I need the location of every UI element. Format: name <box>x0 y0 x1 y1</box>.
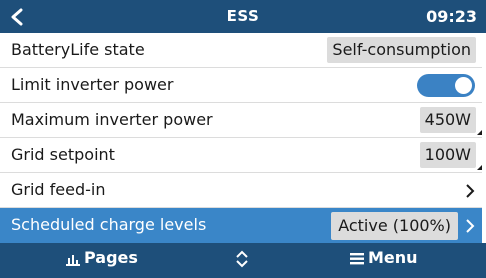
hamburger-menu-icon <box>350 253 364 265</box>
row-label: BatteryLife state <box>11 40 145 59</box>
pages-button[interactable]: Pages <box>66 243 138 278</box>
editable-corner-icon <box>477 130 482 135</box>
up-down-arrows-icon[interactable] <box>235 249 249 269</box>
scheduled-charge-levels-value: Active (100%) <box>331 212 458 240</box>
page-title: ESS <box>226 7 260 25</box>
row-label: Grid feed-in <box>11 180 106 199</box>
row-grid-setpoint[interactable]: Grid setpoint 100W <box>0 138 482 173</box>
menu-button[interactable]: Menu <box>350 243 418 278</box>
bar-chart-icon <box>66 254 80 266</box>
row-label: Scheduled charge levels <box>11 215 207 234</box>
pages-label: Pages <box>84 248 138 267</box>
grid-setpoint-value: 100W <box>419 142 476 168</box>
row-label: Grid setpoint <box>11 145 115 164</box>
bottom-bar: Pages Menu <box>0 243 486 278</box>
row-scheduled-charge-levels[interactable]: Scheduled charge levels Active (100%) <box>0 208 482 243</box>
maximum-inverter-power-value: 450W <box>419 107 476 133</box>
clock: 09:23 <box>426 7 477 26</box>
row-maximum-inverter-power[interactable]: Maximum inverter power 450W <box>0 103 482 138</box>
chevron-right-icon <box>466 184 475 198</box>
header-bar: ESS 09:23 <box>0 0 486 33</box>
row-limit-inverter-power[interactable]: Limit inverter power <box>0 68 482 103</box>
row-grid-feed-in[interactable]: Grid feed-in <box>0 173 482 208</box>
settings-list: BatteryLife state Self-consumption Limit… <box>0 33 482 243</box>
toggle-knob <box>455 77 472 94</box>
editable-corner-icon <box>477 165 482 170</box>
limit-inverter-power-toggle[interactable] <box>417 74 475 97</box>
ess-screen: ESS 09:23 BatteryLife state Self-consump… <box>0 0 486 278</box>
row-batterylife-state[interactable]: BatteryLife state Self-consumption <box>0 33 482 68</box>
row-label: Limit inverter power <box>11 75 174 94</box>
menu-label: Menu <box>368 248 418 267</box>
chevron-right-icon <box>466 219 475 233</box>
row-label: Maximum inverter power <box>11 110 213 129</box>
batterylife-state-value: Self-consumption <box>327 37 476 63</box>
